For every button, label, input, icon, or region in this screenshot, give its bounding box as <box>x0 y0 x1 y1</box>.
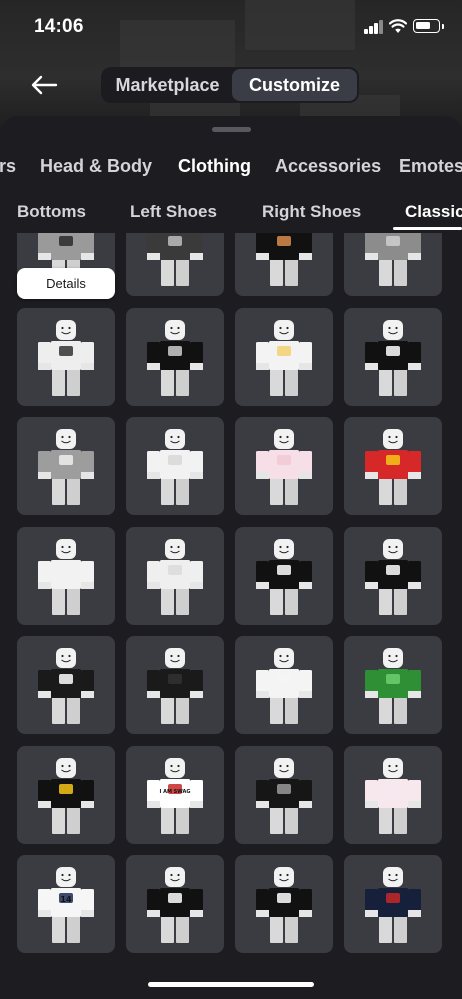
subcategory-tab-right-shoes[interactable]: Right Shoes <box>262 202 361 222</box>
wifi-icon <box>389 19 407 33</box>
clothing-item-tile[interactable] <box>344 527 442 625</box>
category-tab-clothing[interactable]: Clothing <box>178 156 251 177</box>
avatar-thumbnail-icon <box>256 867 312 943</box>
active-tab-indicator <box>393 227 462 230</box>
subcategory-tab-classic[interactable]: Classic <box>405 202 462 222</box>
category-tab-emotes[interactable]: Emotes <box>399 156 462 177</box>
battery-icon <box>413 19 444 33</box>
clothing-item-tile[interactable] <box>17 527 115 625</box>
avatar-thumbnail-icon <box>256 429 312 505</box>
clothing-item-tile[interactable] <box>344 308 442 406</box>
avatar-thumbnail-icon <box>147 867 203 943</box>
clothing-item-tile[interactable]: I AM SWAG <box>126 746 224 844</box>
avatar-thumbnail-icon <box>256 320 312 396</box>
category-tab-partial[interactable]: rs <box>0 156 16 177</box>
cellular-signal-icon <box>364 20 384 34</box>
customize-tab[interactable]: Customize <box>232 69 357 101</box>
avatar-thumbnail-icon <box>365 648 421 724</box>
subcategory-tab-left-shoes[interactable]: Left Shoes <box>130 202 217 222</box>
clothing-item-tile[interactable]: 14 <box>17 855 115 953</box>
clothing-item-tile[interactable] <box>235 417 333 515</box>
avatar-thumbnail-icon <box>365 233 421 286</box>
avatar-thumbnail-icon <box>147 539 203 615</box>
shirt-print-text: I AM SWAG <box>159 789 190 795</box>
status-time: 14:06 <box>34 16 84 37</box>
avatar-thumbnail-icon <box>38 320 94 396</box>
category-tabs: rs Head & Body Clothing Accessories Emot… <box>0 154 462 182</box>
avatar-thumbnail-icon <box>365 758 421 834</box>
avatar-thumbnail-icon <box>147 429 203 505</box>
avatar-thumbnail-icon <box>147 320 203 396</box>
arrow-left-icon <box>31 75 58 95</box>
clothing-item-tile[interactable] <box>235 746 333 844</box>
avatar-thumbnail-icon <box>256 648 312 724</box>
marketplace-tab[interactable]: Marketplace <box>103 69 232 101</box>
clothing-item-tile[interactable] <box>126 417 224 515</box>
category-tab-head-body[interactable]: Head & Body <box>40 156 152 177</box>
avatar-thumbnail-icon <box>365 320 421 396</box>
clothing-item-tile[interactable] <box>126 527 224 625</box>
clothing-item-tile[interactable] <box>17 308 115 406</box>
clothing-item-tile[interactable] <box>235 636 333 734</box>
clothing-item-tile[interactable] <box>344 636 442 734</box>
clothing-item-tile[interactable] <box>344 417 442 515</box>
avatar-thumbnail-icon <box>365 539 421 615</box>
sheet-drag-handle[interactable] <box>212 127 251 132</box>
category-tab-accessories[interactable]: Accessories <box>275 156 381 177</box>
home-indicator[interactable] <box>148 982 314 987</box>
avatar-thumbnail-icon: I AM SWAG <box>147 758 203 834</box>
avatar-thumbnail-icon <box>147 648 203 724</box>
avatar-thumbnail-icon <box>365 867 421 943</box>
shirt-print-text: 14 <box>60 895 72 904</box>
clothing-item-tile[interactable] <box>126 308 224 406</box>
avatar-thumbnail-icon: 14 <box>38 867 94 943</box>
clothing-item-tile[interactable] <box>126 855 224 953</box>
avatar-thumbnail-icon <box>147 233 203 286</box>
clothing-item-tile[interactable] <box>126 636 224 734</box>
clothing-item-tile[interactable] <box>344 746 442 844</box>
marketplace-customize-toggle: Marketplace Customize <box>101 67 359 103</box>
clothing-item-tile[interactable] <box>17 746 115 844</box>
status-bar: 14:06 <box>0 0 462 54</box>
subcategory-tabs: Bottoms Left Shoes Right Shoes Classic <box>0 199 462 231</box>
avatar-thumbnail-icon <box>365 429 421 505</box>
clothing-item-tile[interactable] <box>126 233 224 296</box>
clothing-item-tile[interactable] <box>344 855 442 953</box>
subcategory-tab-bottoms[interactable]: Bottoms <box>17 202 86 222</box>
avatar-thumbnail-icon <box>38 648 94 724</box>
clothing-item-tile[interactable] <box>344 233 442 296</box>
clothing-item-tile[interactable] <box>235 855 333 953</box>
clothing-item-tile[interactable] <box>17 636 115 734</box>
item-grid: I AM SWAG 14 <box>0 233 462 999</box>
clothing-item-tile[interactable] <box>235 308 333 406</box>
avatar-thumbnail-icon <box>256 539 312 615</box>
clothing-item-tile[interactable] <box>235 233 333 296</box>
avatar-thumbnail-icon <box>256 233 312 286</box>
clothing-item-tile[interactable] <box>235 527 333 625</box>
avatar-thumbnail-icon <box>256 758 312 834</box>
avatar-thumbnail-icon <box>38 758 94 834</box>
clothing-item-tile[interactable] <box>17 417 115 515</box>
details-button[interactable]: Details <box>17 268 115 299</box>
avatar-thumbnail-icon <box>38 539 94 615</box>
back-button[interactable] <box>30 70 62 100</box>
avatar-thumbnail-icon <box>38 429 94 505</box>
